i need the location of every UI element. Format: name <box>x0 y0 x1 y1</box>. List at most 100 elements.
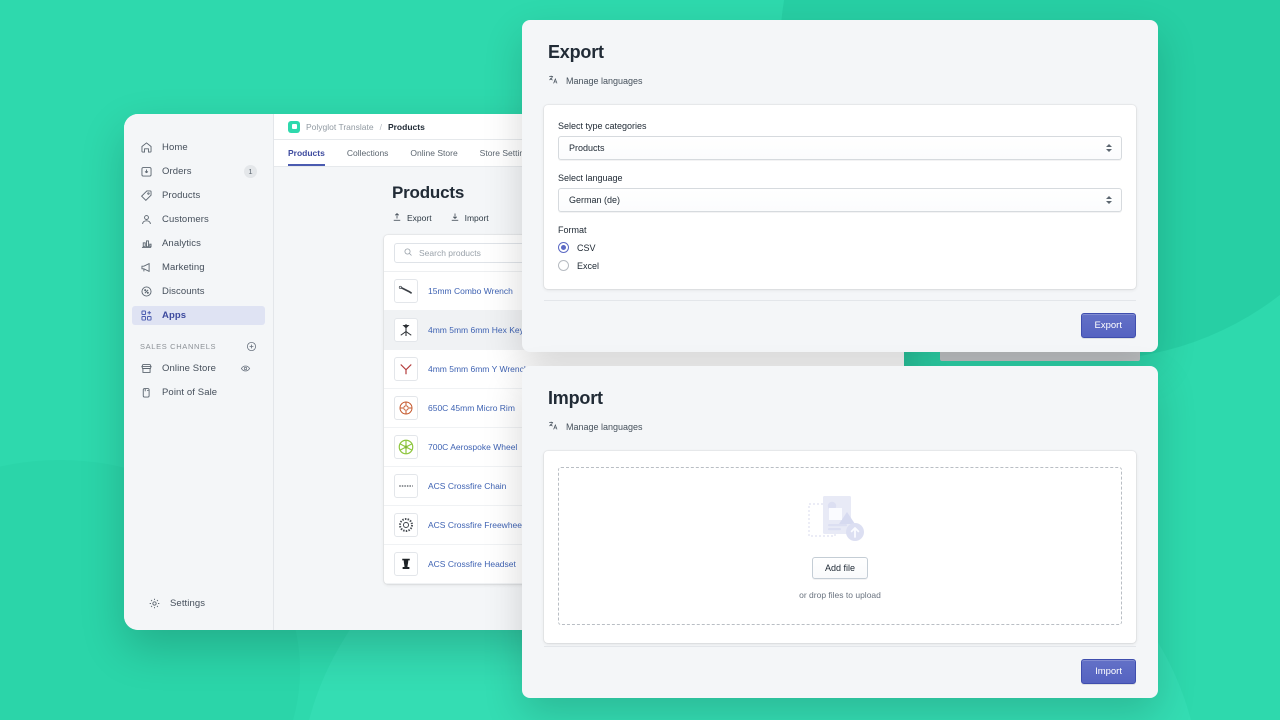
export-submit-button[interactable]: Export <box>1080 313 1136 338</box>
gear-icon <box>148 597 161 610</box>
import-title: Import <box>548 388 603 408</box>
search-icon <box>403 244 413 262</box>
type-categories-value: Products <box>569 143 605 153</box>
analytics-icon <box>140 237 153 250</box>
add-file-button[interactable]: Add file <box>811 557 869 579</box>
sidebar-item-label: Customers <box>162 214 209 225</box>
discounts-percent-icon <box>140 285 153 298</box>
sidebar-item-label: Marketing <box>162 262 205 273</box>
language-field: Select language German (de) <box>558 173 1122 212</box>
sidebar-item-label: Settings <box>170 598 206 609</box>
import-submit-button[interactable]: Import <box>1081 659 1136 684</box>
export-panel-header: Export Manage languages <box>522 20 1158 87</box>
language-value: German (de) <box>569 195 621 205</box>
product-name[interactable]: 15mm Combo Wrench <box>428 286 513 296</box>
import-panel-footer: Import <box>544 646 1136 684</box>
sidebar-item-marketing[interactable]: Marketing <box>132 258 265 277</box>
export-manage-languages-link[interactable]: Manage languages <box>548 74 1132 87</box>
type-categories-field: Select type categories Products <box>558 121 1122 160</box>
breadcrumb-current: Products <box>387 121 425 132</box>
sidebar-item-online-store[interactable]: Online Store <box>132 359 265 378</box>
chevron-updown-icon <box>1106 144 1112 152</box>
sidebar-item-discounts[interactable]: Discounts <box>132 282 265 301</box>
orders-icon <box>140 165 153 178</box>
sidebar-item-home[interactable]: Home <box>132 138 265 157</box>
product-name[interactable]: ACS Crossfire Headset <box>428 559 516 569</box>
import-manage-languages-link[interactable]: Manage languages <box>548 420 1132 433</box>
import-manage-languages-label: Manage languages <box>566 421 643 432</box>
type-categories-select[interactable]: Products <box>558 136 1122 160</box>
breadcrumb-separator: / <box>379 121 382 132</box>
sidebar-item-label: Analytics <box>162 238 201 249</box>
sidebar-item-label: Online Store <box>162 363 217 374</box>
language-select[interactable]: German (de) <box>558 188 1122 212</box>
export-action-button[interactable]: Export <box>392 212 432 224</box>
apps-icon <box>140 309 153 322</box>
export-action-label: Export <box>407 213 432 223</box>
export-panel-footer: Export <box>544 300 1136 338</box>
export-form-card: Select type categories Products Select l… <box>544 105 1136 289</box>
rim-thumb <box>394 396 418 420</box>
marketing-megaphone-icon <box>140 261 153 274</box>
hex-key-thumb <box>394 318 418 342</box>
radio-csv-label: CSV <box>577 242 596 253</box>
import-action-label: Import <box>464 213 489 223</box>
eye-icon[interactable] <box>240 363 251 374</box>
search-placeholder: Search products <box>419 248 481 258</box>
headset-thumb <box>394 552 418 576</box>
customers-icon <box>140 213 153 226</box>
tab-online-store[interactable]: Online Store <box>410 148 457 166</box>
format-option-csv[interactable]: CSV <box>558 242 1122 253</box>
product-name[interactable]: ACS Crossfire Chain <box>428 481 506 491</box>
translate-icon <box>548 420 559 433</box>
sidebar-item-point-of-sale[interactable]: Point of Sale <box>132 383 265 402</box>
export-panel: Export Manage languages Select type cate… <box>522 20 1158 352</box>
y-wrench-thumb <box>394 357 418 381</box>
breadcrumb-app[interactable]: Polyglot Translate <box>306 122 374 132</box>
product-name[interactable]: 4mm 5mm 6mm Hex Key <box>428 325 524 335</box>
aerospoke-wheel-thumb <box>394 435 418 459</box>
sidebar-item-label: Point of Sale <box>162 387 218 398</box>
sidebar-item-products[interactable]: Products <box>132 186 265 205</box>
radio-excel-label: Excel <box>577 260 600 271</box>
tab-collections[interactable]: Collections <box>347 148 389 166</box>
format-option-excel[interactable]: Excel <box>558 260 1122 271</box>
import-panel: Import Manage languages Add file or drop… <box>522 366 1158 698</box>
sidebar-item-settings[interactable]: Settings <box>140 594 257 613</box>
sales-channels-section-header: SALES CHANNELS <box>140 341 257 352</box>
home-icon <box>140 141 153 154</box>
product-name[interactable]: 650C 45mm Micro Rim <box>428 403 515 413</box>
product-name[interactable]: 4mm 5mm 6mm Y Wrench <box>428 364 529 374</box>
sales-channels-title: SALES CHANNELS <box>140 342 217 351</box>
type-categories-label: Select type categories <box>558 121 647 131</box>
product-name[interactable]: ACS Crossfire Freewheel <box>428 520 524 530</box>
products-tag-icon <box>140 189 153 202</box>
tab-products[interactable]: Products <box>288 148 325 166</box>
sidebar-item-orders[interactable]: Orders 1 <box>132 162 265 181</box>
sidebar-item-apps[interactable]: Apps <box>132 306 265 325</box>
point-of-sale-icon <box>140 386 153 399</box>
radio-excel[interactable] <box>558 260 569 271</box>
format-label: Format <box>558 225 587 235</box>
sidebar-item-customers[interactable]: Customers <box>132 210 265 229</box>
export-upload-icon <box>392 212 402 224</box>
wrench-thumb <box>394 279 418 303</box>
product-name[interactable]: 700C Aerospoke Wheel <box>428 442 517 452</box>
file-dropzone[interactable]: Add file or drop files to upload <box>558 467 1122 625</box>
plus-circle-icon[interactable] <box>246 341 257 352</box>
import-action-button[interactable]: Import <box>450 212 489 224</box>
sidebar-item-label: Orders <box>162 166 192 177</box>
polyglot-logo-icon <box>288 120 300 133</box>
sidebar-item-label: Home <box>162 142 188 153</box>
dropzone-hint: or drop files to upload <box>799 590 881 600</box>
file-upload-illustration-icon <box>807 492 873 548</box>
sidebar-item-label: Apps <box>162 310 187 321</box>
translate-icon <box>548 74 559 87</box>
import-form-card: Add file or drop files to upload <box>544 451 1136 643</box>
import-download-icon <box>450 212 460 224</box>
language-label: Select language <box>558 173 623 183</box>
admin-sidebar: Home Orders 1 Products Customers Analyti… <box>124 114 274 630</box>
radio-csv[interactable] <box>558 242 569 253</box>
sidebar-item-analytics[interactable]: Analytics <box>132 234 265 253</box>
sidebar-item-label: Products <box>162 190 201 201</box>
